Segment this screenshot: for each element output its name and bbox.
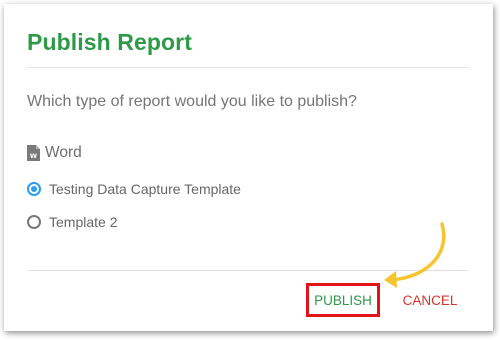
cancel-button[interactable]: CANCEL xyxy=(392,283,468,317)
publish-button[interactable]: PUBLISH xyxy=(306,283,380,317)
option-label: Testing Data Capture Template xyxy=(49,181,241,197)
title-divider xyxy=(27,67,469,68)
radio-button-selected[interactable] xyxy=(27,182,41,196)
publish-report-dialog: Publish Report Which type of report woul… xyxy=(4,4,493,331)
actions-divider xyxy=(27,270,469,271)
option-testing-data-capture-template[interactable]: Testing Data Capture Template xyxy=(27,181,241,197)
report-format-label: Word xyxy=(45,144,82,161)
report-format: W Word xyxy=(27,144,82,162)
dialog-title: Publish Report xyxy=(27,29,192,55)
option-label: Template 2 xyxy=(49,214,118,230)
report-type-question: Which type of report would you like to p… xyxy=(27,93,357,110)
option-template-2[interactable]: Template 2 xyxy=(27,214,117,230)
word-document-icon: W xyxy=(27,145,40,161)
radio-button-unselected[interactable] xyxy=(27,215,41,229)
svg-text:W: W xyxy=(30,152,37,160)
